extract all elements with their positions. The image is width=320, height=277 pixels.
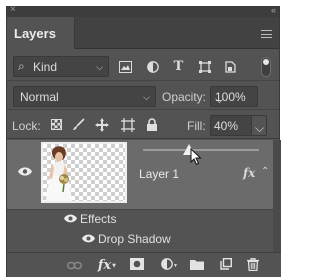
image-filter-icon[interactable]	[119, 61, 132, 73]
tab-layers[interactable]: Layers	[7, 17, 75, 49]
layers-panel: × « Layers ⌕ Kind ⌵ T Normal ⌵ Opacity: …	[6, 4, 281, 277]
lock-label: Lock:	[12, 119, 41, 133]
layer-thumbnail[interactable]	[41, 142, 127, 203]
layer-list-scrollbar[interactable]	[273, 140, 281, 252]
filter-toggle-switch[interactable]	[261, 57, 271, 77]
dropdown-triangle-icon: ▼	[112, 263, 116, 269]
lock-artboard-icon[interactable]	[121, 118, 135, 132]
collapse-effects-icon[interactable]: ⌃	[261, 166, 269, 177]
fill-label: Fill:	[187, 119, 206, 133]
type-filter-icon[interactable]: T	[172, 60, 185, 73]
blend-mode-value: Normal	[20, 90, 59, 104]
panel-titlebar: × «	[7, 4, 279, 17]
collapse-panel-icon[interactable]: «	[271, 5, 276, 15]
lock-all-icon[interactable]	[145, 118, 159, 132]
chevron-down-icon: ⌵	[96, 62, 103, 72]
opacity-label: Opacity:	[162, 90, 207, 104]
close-panel-icon[interactable]: ×	[10, 4, 16, 15]
panel-menu-icon[interactable]	[261, 30, 272, 38]
fill-field[interactable]: 40% ⌵	[210, 115, 267, 136]
chevron-down-icon[interactable]: ⌵	[215, 92, 253, 107]
filter-kind-dropdown[interactable]: ⌕ Kind ⌵	[13, 56, 109, 77]
blend-row: Normal ⌵ Opacity: 100% ⌵	[7, 83, 279, 110]
add-mask-icon[interactable]	[129, 258, 144, 273]
link-layers-icon[interactable]	[66, 258, 83, 273]
add-style-label: fx	[97, 258, 112, 273]
lock-transparent-pixels-icon[interactable]	[51, 119, 62, 130]
fill-dropdown-button[interactable]: ⌵	[251, 116, 266, 135]
effects-label: Effects	[80, 212, 117, 226]
lock-image-pixels-icon[interactable]	[71, 118, 85, 132]
layer-filter-row: ⌕ Kind ⌵ T	[7, 53, 279, 81]
chevron-down-icon: ⌵	[143, 92, 150, 102]
new-layer-icon[interactable]	[218, 257, 233, 273]
pointer-cursor-icon	[190, 148, 202, 166]
effect-drop-shadow-row[interactable]: Drop Shadow	[7, 230, 273, 250]
effects-visibility-eye-icon[interactable]	[64, 214, 77, 226]
smart-object-filter-icon[interactable]	[223, 61, 236, 73]
add-style-icon[interactable]: fx ▼	[97, 258, 116, 273]
search-icon: ⌕	[18, 59, 25, 73]
blend-mode-dropdown[interactable]: Normal ⌵	[13, 86, 156, 107]
drop-shadow-visibility-eye-icon[interactable]	[82, 234, 95, 246]
bride-photo-thumbnail	[45, 146, 73, 201]
new-group-icon[interactable]	[189, 258, 204, 273]
filter-kind-label: Kind	[33, 60, 58, 74]
layer-name[interactable]: Layer 1	[139, 167, 179, 181]
delete-layer-icon[interactable]	[245, 258, 260, 273]
panel-footer: fx ▼ ▼	[7, 252, 281, 277]
adjustment-filter-icon[interactable]	[146, 61, 159, 73]
layer-visibility-eye-icon[interactable]	[18, 167, 32, 179]
lock-row: Lock: Fill: 40% ⌵	[7, 112, 279, 139]
opacity-field[interactable]: 100% ⌵	[210, 86, 258, 107]
effects-row[interactable]: Effects	[7, 210, 273, 230]
shape-filter-icon[interactable]	[198, 61, 211, 73]
drop-shadow-label: Drop Shadow	[98, 232, 171, 246]
dropdown-triangle-icon: ▼	[173, 263, 178, 269]
chevron-down-icon: ⌵	[255, 121, 265, 135]
lock-position-icon[interactable]	[95, 118, 109, 132]
fill-value: 40%	[214, 119, 239, 133]
panel-tab-bar: Layers	[7, 17, 279, 49]
adjustment-layer-icon[interactable]: ▼	[159, 258, 178, 273]
layer-effects-badge[interactable]: fx	[243, 166, 255, 180]
